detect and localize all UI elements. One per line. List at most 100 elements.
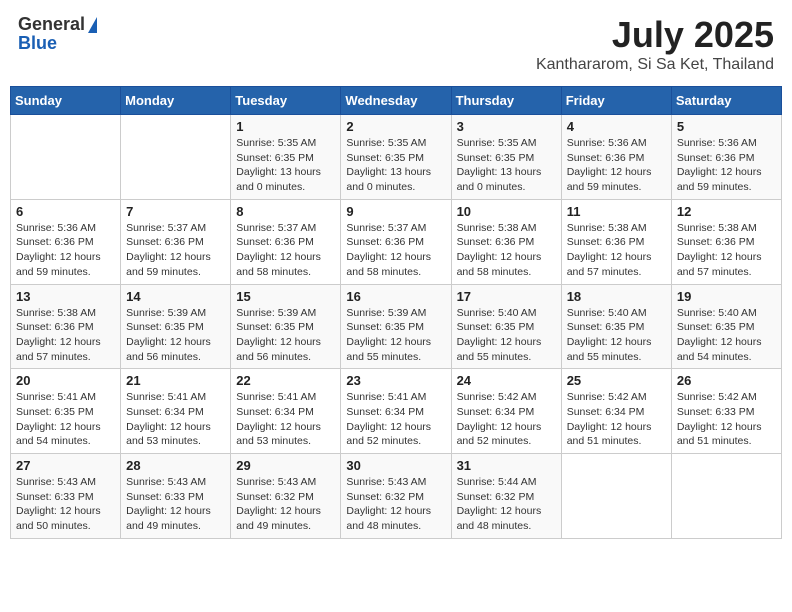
day-number: 16 [346, 289, 445, 304]
calendar-day-cell: 23Sunrise: 5:41 AMSunset: 6:34 PMDayligh… [341, 369, 451, 454]
day-number: 12 [677, 204, 776, 219]
calendar-day-cell: 30Sunrise: 5:43 AMSunset: 6:32 PMDayligh… [341, 454, 451, 539]
day-info: Sunrise: 5:36 AMSunset: 6:36 PMDaylight:… [16, 221, 115, 280]
calendar-day-cell [11, 115, 121, 200]
day-number: 18 [567, 289, 666, 304]
day-number: 13 [16, 289, 115, 304]
day-info: Sunrise: 5:41 AMSunset: 6:34 PMDaylight:… [126, 390, 225, 449]
day-info: Sunrise: 5:36 AMSunset: 6:36 PMDaylight:… [677, 136, 776, 195]
day-info: Sunrise: 5:41 AMSunset: 6:35 PMDaylight:… [16, 390, 115, 449]
day-info: Sunrise: 5:41 AMSunset: 6:34 PMDaylight:… [346, 390, 445, 449]
calendar-week-row: 6 Sunrise: 5:36 AMSunset: 6:36 PMDaylight… [11, 199, 782, 284]
logo-blue-text: Blue [18, 33, 57, 54]
day-info: Sunrise: 5:39 AMSunset: 6:35 PMDaylight:… [346, 306, 445, 365]
calendar-week-row: 27Sunrise: 5:43 AMSunset: 6:33 PMDayligh… [11, 454, 782, 539]
day-number: 2 [346, 119, 445, 134]
day-number: 10 [457, 204, 556, 219]
calendar-day-cell: 18 Sunrise: 5:40 AMSunset: 6:35 PMDayligh… [561, 284, 671, 369]
day-info: Sunrise: 5:36 AMSunset: 6:36 PMDaylight:… [567, 136, 666, 195]
day-number: 3 [457, 119, 556, 134]
day-info: Sunrise: 5:39 AMSunset: 6:35 PMDaylight:… [126, 306, 225, 365]
page-header: General Blue July 2025 Kanthararom, Si S… [10, 10, 782, 78]
day-info: Sunrise: 5:39 AMSunset: 6:35 PMDaylight:… [236, 306, 335, 365]
day-info: Sunrise: 5:35 AMSunset: 6:35 PMDaylight:… [236, 136, 335, 195]
calendar-header-row: SundayMondayTuesdayWednesdayThursdayFrid… [11, 87, 782, 115]
day-info: Sunrise: 5:40 AMSunset: 6:35 PMDaylight:… [567, 306, 666, 365]
calendar-day-cell: 1 Sunrise: 5:35 AMSunset: 6:35 PMDaylight… [231, 115, 341, 200]
title-block: July 2025 Kanthararom, Si Sa Ket, Thaila… [536, 14, 774, 74]
day-info: Sunrise: 5:35 AMSunset: 6:35 PMDaylight:… [346, 136, 445, 195]
day-of-week-header: Sunday [11, 87, 121, 115]
day-of-week-header: Saturday [671, 87, 781, 115]
day-info: Sunrise: 5:37 AMSunset: 6:36 PMDaylight:… [346, 221, 445, 280]
calendar-day-cell: 2 Sunrise: 5:35 AMSunset: 6:35 PMDaylight… [341, 115, 451, 200]
calendar-day-cell [671, 454, 781, 539]
day-info: Sunrise: 5:43 AMSunset: 6:33 PMDaylight:… [126, 475, 225, 534]
day-number: 9 [346, 204, 445, 219]
day-info: Sunrise: 5:42 AMSunset: 6:33 PMDaylight:… [677, 390, 776, 449]
day-number: 21 [126, 373, 225, 388]
day-number: 7 [126, 204, 225, 219]
day-number: 17 [457, 289, 556, 304]
day-number: 26 [677, 373, 776, 388]
calendar-day-cell [121, 115, 231, 200]
day-info: Sunrise: 5:40 AMSunset: 6:35 PMDaylight:… [457, 306, 556, 365]
calendar-day-cell: 14 Sunrise: 5:39 AMSunset: 6:35 PMDayligh… [121, 284, 231, 369]
day-of-week-header: Thursday [451, 87, 561, 115]
day-info: Sunrise: 5:38 AMSunset: 6:36 PMDaylight:… [16, 306, 115, 365]
day-number: 4 [567, 119, 666, 134]
calendar-day-cell: 5Sunrise: 5:36 AMSunset: 6:36 PMDaylight… [671, 115, 781, 200]
day-info: Sunrise: 5:38 AMSunset: 6:36 PMDaylight:… [457, 221, 556, 280]
day-number: 24 [457, 373, 556, 388]
day-info: Sunrise: 5:37 AMSunset: 6:36 PMDaylight:… [126, 221, 225, 280]
day-number: 8 [236, 204, 335, 219]
calendar-day-cell: 27Sunrise: 5:43 AMSunset: 6:33 PMDayligh… [11, 454, 121, 539]
page-subtitle: Kanthararom, Si Sa Ket, Thailand [536, 56, 774, 74]
day-number: 14 [126, 289, 225, 304]
day-number: 6 [16, 204, 115, 219]
day-number: 28 [126, 458, 225, 473]
calendar-day-cell: 31Sunrise: 5:44 AMSunset: 6:32 PMDayligh… [451, 454, 561, 539]
day-number: 25 [567, 373, 666, 388]
day-info: Sunrise: 5:43 AMSunset: 6:32 PMDaylight:… [236, 475, 335, 534]
day-number: 11 [567, 204, 666, 219]
calendar-day-cell: 16 Sunrise: 5:39 AMSunset: 6:35 PMDayligh… [341, 284, 451, 369]
logo: General Blue [18, 14, 97, 54]
day-number: 1 [236, 119, 335, 134]
day-info: Sunrise: 5:40 AMSunset: 6:35 PMDaylight:… [677, 306, 776, 365]
calendar-day-cell: 22Sunrise: 5:41 AMSunset: 6:34 PMDayligh… [231, 369, 341, 454]
calendar-day-cell: 8 Sunrise: 5:37 AMSunset: 6:36 PMDaylight… [231, 199, 341, 284]
day-info: Sunrise: 5:35 AMSunset: 6:35 PMDaylight:… [457, 136, 556, 195]
page-title: July 2025 [536, 14, 774, 56]
calendar-day-cell: 10 Sunrise: 5:38 AMSunset: 6:36 PMDayligh… [451, 199, 561, 284]
day-number: 15 [236, 289, 335, 304]
calendar-day-cell: 17 Sunrise: 5:40 AMSunset: 6:35 PMDayligh… [451, 284, 561, 369]
calendar-day-cell: 28 Sunrise: 5:43 AMSunset: 6:33 PMDayligh… [121, 454, 231, 539]
day-number: 30 [346, 458, 445, 473]
calendar-week-row: 20Sunrise: 5:41 AMSunset: 6:35 PMDayligh… [11, 369, 782, 454]
calendar-day-cell: 25 Sunrise: 5:42 AMSunset: 6:34 PMDayligh… [561, 369, 671, 454]
calendar-day-cell: 15 Sunrise: 5:39 AMSunset: 6:35 PMDayligh… [231, 284, 341, 369]
calendar-day-cell: 9 Sunrise: 5:37 AMSunset: 6:36 PMDaylight… [341, 199, 451, 284]
day-info: Sunrise: 5:37 AMSunset: 6:36 PMDaylight:… [236, 221, 335, 280]
day-number: 19 [677, 289, 776, 304]
calendar-week-row: 1 Sunrise: 5:35 AMSunset: 6:35 PMDaylight… [11, 115, 782, 200]
day-info: Sunrise: 5:38 AMSunset: 6:36 PMDaylight:… [677, 221, 776, 280]
calendar-week-row: 13 Sunrise: 5:38 AMSunset: 6:36 PMDayligh… [11, 284, 782, 369]
day-info: Sunrise: 5:38 AMSunset: 6:36 PMDaylight:… [567, 221, 666, 280]
calendar-day-cell: 24Sunrise: 5:42 AMSunset: 6:34 PMDayligh… [451, 369, 561, 454]
calendar-day-cell: 19 Sunrise: 5:40 AMSunset: 6:35 PMDayligh… [671, 284, 781, 369]
day-info: Sunrise: 5:42 AMSunset: 6:34 PMDaylight:… [567, 390, 666, 449]
calendar-day-cell: 11 Sunrise: 5:38 AMSunset: 6:36 PMDayligh… [561, 199, 671, 284]
logo-general-text: General [18, 14, 85, 35]
calendar-day-cell: 4 Sunrise: 5:36 AMSunset: 6:36 PMDaylight… [561, 115, 671, 200]
day-number: 31 [457, 458, 556, 473]
calendar-day-cell: 3 Sunrise: 5:35 AMSunset: 6:35 PMDaylight… [451, 115, 561, 200]
calendar-day-cell: 13 Sunrise: 5:38 AMSunset: 6:36 PMDayligh… [11, 284, 121, 369]
day-of-week-header: Monday [121, 87, 231, 115]
day-of-week-header: Wednesday [341, 87, 451, 115]
day-info: Sunrise: 5:43 AMSunset: 6:33 PMDaylight:… [16, 475, 115, 534]
day-of-week-header: Friday [561, 87, 671, 115]
day-of-week-header: Tuesday [231, 87, 341, 115]
day-number: 29 [236, 458, 335, 473]
